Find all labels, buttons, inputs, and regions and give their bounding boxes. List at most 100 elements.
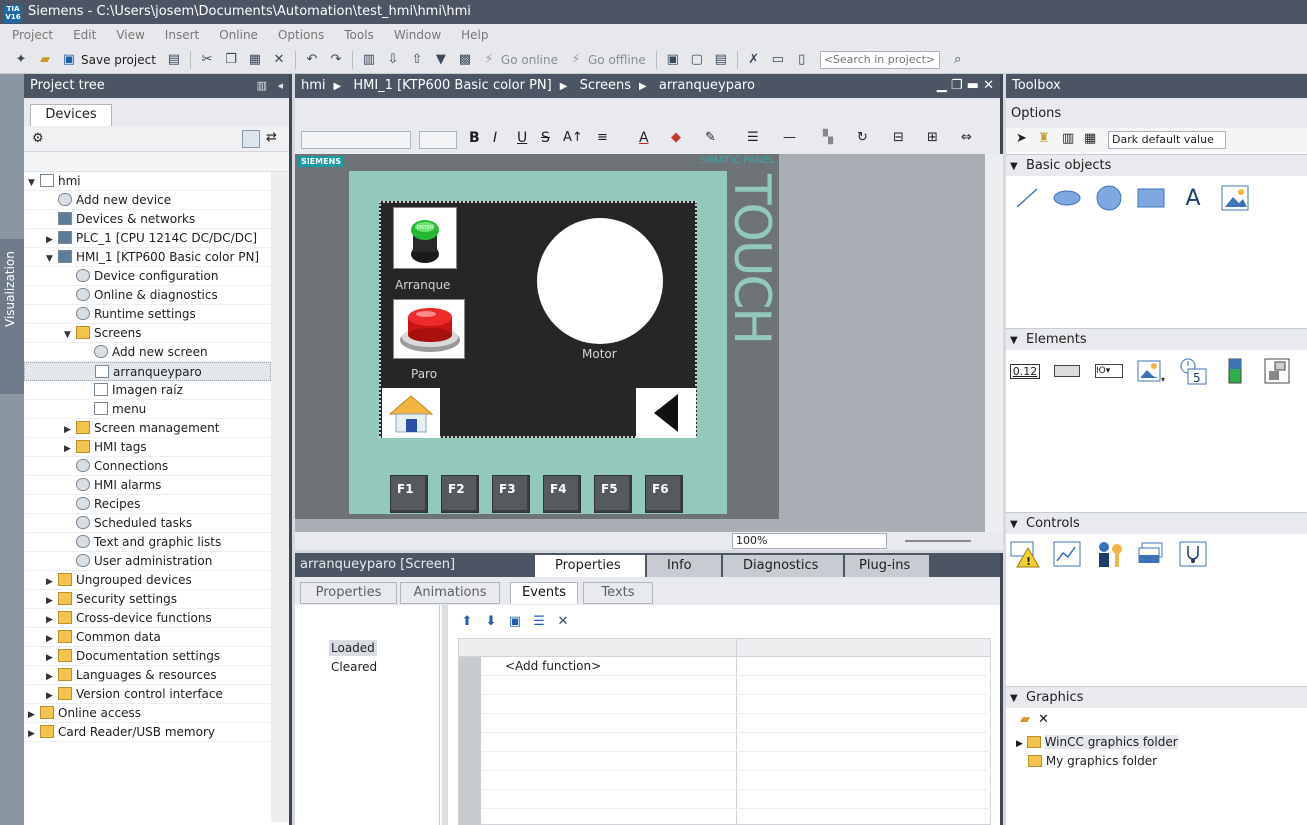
zoom-combo[interactable]: 100% bbox=[732, 533, 887, 549]
undo-icon[interactable]: ↶ bbox=[303, 51, 321, 69]
tab-info[interactable]: Info bbox=[647, 555, 721, 577]
menu-insert[interactable]: Insert bbox=[153, 24, 207, 46]
table-row[interactable] bbox=[481, 714, 991, 733]
same-size-icon[interactable]: ⇔ bbox=[961, 130, 972, 145]
section-elements[interactable]: ▼ Elements bbox=[1006, 328, 1307, 350]
tree-item-runtime-settings[interactable]: Runtime settings bbox=[24, 305, 271, 324]
subtab-events[interactable]: Events bbox=[510, 582, 578, 604]
text-field-tool-icon[interactable]: A bbox=[1178, 184, 1208, 212]
rotate-icon[interactable]: ↻ bbox=[857, 130, 868, 145]
align-icon[interactable]: ≡ bbox=[597, 130, 608, 145]
tree-item-device-configuration[interactable]: Device configuration bbox=[24, 267, 271, 286]
menu-project[interactable]: Project bbox=[0, 24, 61, 46]
tree-item-languages-resources[interactable]: ▶ Languages & resources bbox=[24, 666, 271, 685]
tree-item-text-graphic-lists[interactable]: Text and graphic lists bbox=[24, 533, 271, 552]
stamp-icon[interactable]: ♜ bbox=[1038, 131, 1050, 146]
tree-item-user-administration[interactable]: User administration bbox=[24, 552, 271, 571]
minimize-icon[interactable]: ▁ bbox=[937, 78, 947, 93]
script-icon[interactable]: ▣ bbox=[506, 612, 524, 630]
stop-button[interactable] bbox=[393, 299, 465, 359]
download-icon[interactable]: ⇩ bbox=[384, 51, 402, 69]
tree-item-security-settings[interactable]: ▶ Security settings bbox=[24, 590, 271, 609]
diagnostics-view-tool-icon[interactable] bbox=[1178, 540, 1208, 568]
breadcrumb-device[interactable]: HMI_1 [KTP600 Basic color PN] bbox=[353, 78, 551, 93]
close-icon[interactable]: ✕ bbox=[983, 78, 994, 93]
pointer-icon[interactable]: ➤ bbox=[1016, 131, 1027, 146]
home-button[interactable] bbox=[382, 388, 440, 438]
copy-icon[interactable]: ❐ bbox=[222, 51, 240, 69]
trend-view-tool-icon[interactable] bbox=[1052, 540, 1082, 568]
tree-item-cross-device-functions[interactable]: ▶ Cross-device functions bbox=[24, 609, 271, 628]
tree-item-hmi-1[interactable]: ▼ HMI_1 [KTP600 Basic color PN] bbox=[24, 248, 271, 267]
tree-item-recipes[interactable]: Recipes bbox=[24, 495, 271, 514]
date-time-tool-icon[interactable]: 5 bbox=[1178, 357, 1208, 385]
chevron-right-icon[interactable]: ▶ bbox=[28, 725, 40, 744]
split-vertical-icon[interactable]: ▯ bbox=[793, 51, 811, 69]
add-function-row[interactable]: <Add function> bbox=[481, 657, 991, 676]
search-project-input[interactable] bbox=[819, 50, 940, 69]
graphic-view-tool-icon[interactable] bbox=[1220, 184, 1250, 212]
f3-key[interactable]: F3 bbox=[492, 475, 530, 513]
split-horizontal-icon[interactable]: ▭ bbox=[769, 51, 787, 69]
strikethrough-icon[interactable]: S bbox=[541, 130, 550, 146]
event-cleared[interactable]: Cleared bbox=[329, 659, 379, 675]
menu-online[interactable]: Online bbox=[207, 24, 266, 46]
table-row[interactable] bbox=[481, 771, 991, 790]
go-offline-button[interactable]: Go offline bbox=[588, 53, 646, 67]
network-view-icon[interactable]: ⚙ bbox=[32, 131, 44, 146]
menu-view[interactable]: View bbox=[104, 24, 152, 46]
recipe-view-tool-icon[interactable] bbox=[1136, 540, 1166, 568]
graphic-io-tool-icon[interactable]: ▾ bbox=[1136, 357, 1166, 385]
remove-folder-icon[interactable]: ✕ bbox=[1038, 712, 1049, 727]
distribute-icon[interactable]: ⊞ bbox=[927, 130, 938, 145]
expand-tree-icon[interactable]: ⇄ bbox=[266, 130, 277, 145]
search-project-icon[interactable]: ⌕ bbox=[949, 51, 967, 69]
tree-item-hmi-project[interactable]: ▼ hmi bbox=[24, 172, 271, 191]
font-color-icon[interactable]: A bbox=[639, 130, 649, 146]
breadcrumb-screens[interactable]: Screens bbox=[580, 78, 631, 93]
table-row[interactable] bbox=[481, 733, 991, 752]
save-icon[interactable]: ▣ bbox=[60, 51, 78, 69]
panel-pin-icon[interactable]: ▥ ◂ bbox=[257, 74, 283, 98]
circle-tool-icon[interactable] bbox=[1094, 184, 1124, 212]
io-field-tool-icon[interactable]: 0.12 bbox=[1009, 357, 1041, 385]
new-project-icon[interactable]: ✦ bbox=[12, 51, 30, 69]
table-row[interactable] bbox=[481, 676, 991, 695]
table-row[interactable] bbox=[481, 790, 991, 809]
tree-item-plc-1[interactable]: ▶ PLC_1 [CPU 1214C DC/DC/DC] bbox=[24, 229, 271, 248]
bold-icon[interactable]: B bbox=[469, 130, 480, 146]
line-color-icon[interactable]: ✎ bbox=[705, 130, 716, 145]
tree-scrollbar[interactable] bbox=[271, 172, 289, 822]
tree-item-arranqueyparo[interactable]: arranqueyparo bbox=[24, 362, 271, 381]
library-icon[interactable]: ▥ bbox=[1062, 131, 1074, 146]
graphics-folder-my[interactable]: My graphics folder bbox=[1028, 752, 1157, 771]
tab-plugins[interactable]: Plug-ins bbox=[845, 555, 929, 577]
font-size-combo[interactable] bbox=[419, 131, 457, 149]
accessible-devices-icon[interactable]: ▣ bbox=[664, 51, 682, 69]
tree-item-documentation-settings[interactable]: ▶ Documentation settings bbox=[24, 647, 271, 666]
italic-icon[interactable]: I bbox=[493, 130, 497, 146]
list-icon[interactable]: ☰ bbox=[530, 612, 548, 630]
download-device-icon[interactable]: ▼ bbox=[432, 51, 450, 69]
motor-indicator[interactable] bbox=[537, 218, 663, 344]
compile-icon[interactable]: ▥ bbox=[360, 51, 378, 69]
line-width-icon[interactable]: ☰ bbox=[747, 130, 759, 145]
subtab-properties[interactable]: Properties bbox=[300, 582, 397, 604]
tree-item-imagen-raiz[interactable]: Imagen raíz bbox=[24, 381, 271, 400]
stop-cpu-icon[interactable]: ▤ bbox=[712, 51, 730, 69]
align-objects-icon[interactable]: ⊟ bbox=[893, 130, 904, 145]
tree-item-add-new-screen[interactable]: Add new screen bbox=[24, 343, 271, 362]
open-project-icon[interactable]: ▰ bbox=[36, 51, 54, 69]
table-row[interactable] bbox=[481, 695, 991, 714]
tree-item-hmi-tags[interactable]: ▶ HMI tags bbox=[24, 438, 271, 457]
tab-properties[interactable]: Properties bbox=[535, 555, 645, 577]
upload-icon[interactable]: ⇧ bbox=[408, 51, 426, 69]
redo-icon[interactable]: ↷ bbox=[327, 51, 345, 69]
tree-item-scheduled-tasks[interactable]: Scheduled tasks bbox=[24, 514, 271, 533]
tab-devices[interactable]: Devices bbox=[30, 104, 112, 126]
section-graphics[interactable]: ▼ Graphics bbox=[1006, 686, 1307, 708]
tree-item-connections[interactable]: Connections bbox=[24, 457, 271, 476]
move-down-icon[interactable]: ⬇ bbox=[482, 612, 500, 630]
new-folder-icon[interactable]: ▰ bbox=[1020, 712, 1030, 727]
breadcrumb-screen[interactable]: arranqueyparo bbox=[659, 78, 755, 93]
